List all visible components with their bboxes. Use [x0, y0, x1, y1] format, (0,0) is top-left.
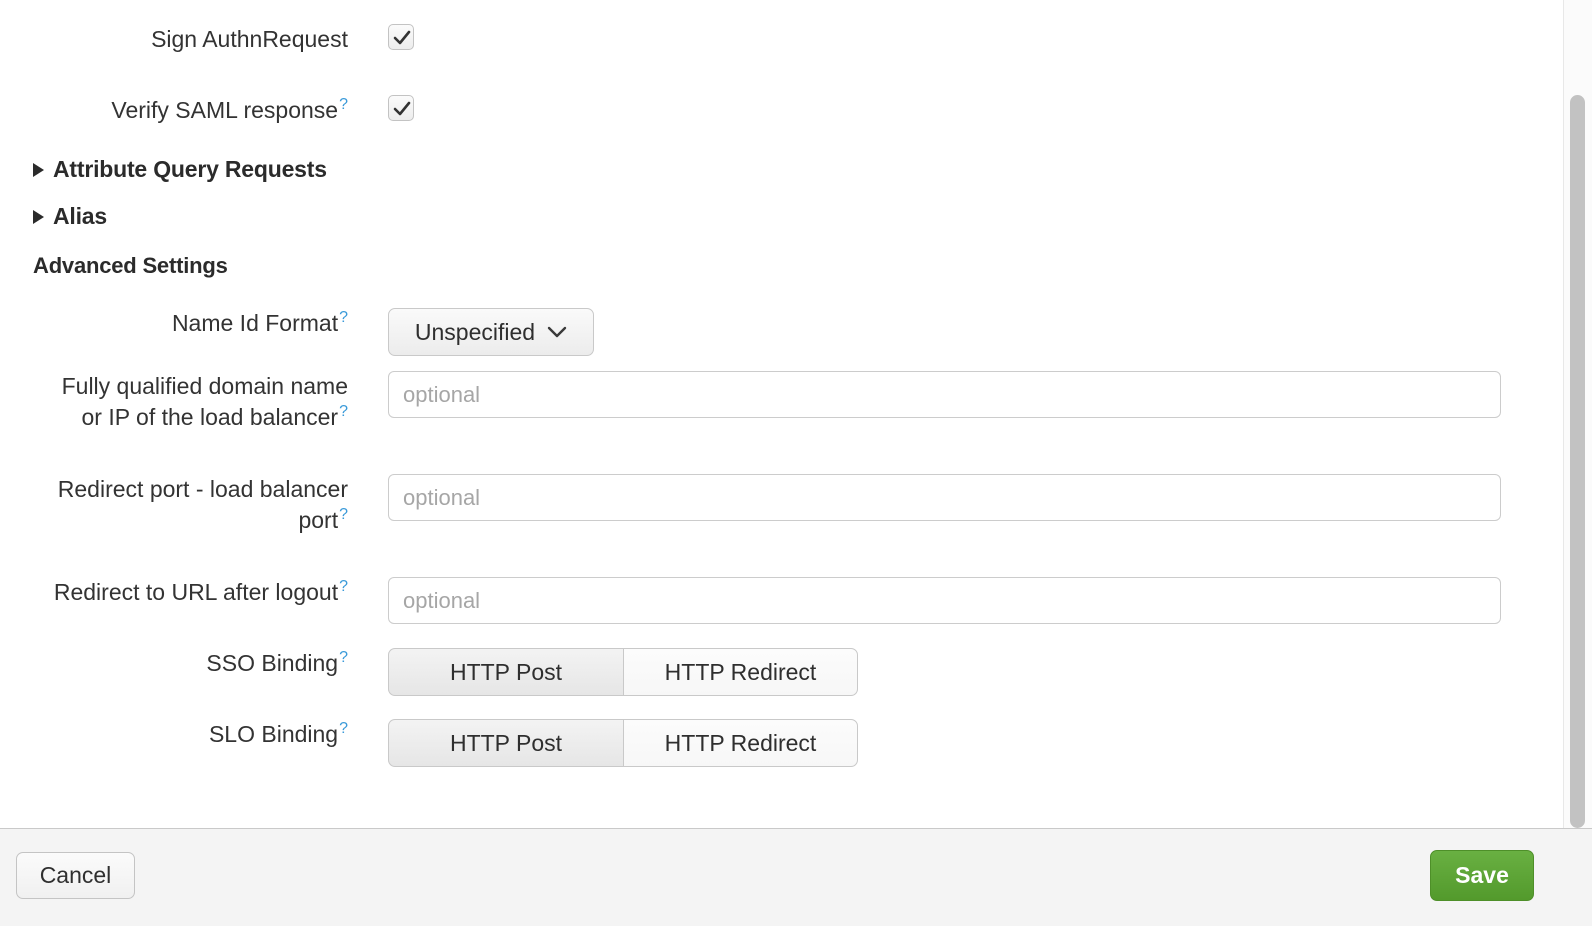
help-icon-redirect-logout-url[interactable]: ? — [339, 578, 348, 595]
field-row-verify-saml-response: Verify SAML response? — [0, 95, 414, 126]
checkbox-sign-authnrequest[interactable] — [388, 24, 414, 50]
input-redirect-port[interactable] — [388, 474, 1501, 521]
form-footer-bar: Cancel Save — [0, 828, 1563, 926]
footer-right-padding — [1563, 828, 1592, 926]
section-label-attribute-query-requests: Attribute Query Requests — [53, 156, 327, 182]
field-row-sign-authnrequest: Sign AuthnRequest — [0, 24, 414, 55]
input-load-balancer-fqdn[interactable] — [388, 371, 1501, 418]
input-redirect-logout-url[interactable] — [388, 577, 1501, 624]
field-row-redirect-port: Redirect port - load balancer port? — [0, 474, 1501, 536]
field-row-name-id-format: Name Id Format? Unspecified — [0, 308, 594, 356]
checkbox-verify-saml-response[interactable] — [388, 95, 414, 121]
label-slo-binding: SLO Binding? — [208, 720, 348, 747]
slo-binding-option-http-redirect[interactable]: HTTP Redirect — [623, 719, 858, 767]
check-icon — [393, 101, 411, 116]
field-row-redirect-logout-url: Redirect to URL after logout? — [0, 577, 1501, 624]
settings-form-scroll-area: Sign AuthnRequest Verify SAML response? — [0, 0, 1563, 828]
chevron-down-icon — [547, 326, 567, 337]
label-name-id-format: Name Id Format? — [171, 309, 348, 336]
section-heading-advanced-settings: Advanced Settings — [33, 253, 228, 278]
section-label-alias: Alias — [53, 203, 107, 229]
save-button[interactable]: Save — [1430, 850, 1534, 901]
slo-binding-option-http-post[interactable]: HTTP Post — [388, 719, 623, 767]
checkbox-wrap-sign-authnrequest — [388, 24, 414, 50]
field-row-load-balancer-fqdn: Fully qualified domain name or IP of the… — [0, 371, 1501, 433]
help-icon-slo-binding[interactable]: ? — [339, 720, 348, 737]
help-icon-load-balancer-fqdn[interactable]: ? — [339, 403, 348, 420]
check-icon — [393, 30, 411, 45]
field-row-slo-binding: SLO Binding? HTTP Post HTTP Redirect — [0, 719, 858, 767]
select-name-id-format[interactable]: Unspecified — [388, 308, 594, 356]
triangle-right-icon — [33, 209, 44, 224]
label-sign-authnrequest: Sign AuthnRequest — [151, 26, 348, 52]
help-icon-sso-binding[interactable]: ? — [339, 649, 348, 666]
sso-binding-option-http-post[interactable]: HTTP Post — [388, 648, 623, 696]
field-row-sso-binding: SSO Binding? HTTP Post HTTP Redirect — [0, 648, 858, 696]
section-toggle-alias[interactable]: Alias — [33, 203, 107, 230]
help-icon-name-id-format[interactable]: ? — [339, 309, 348, 326]
help-icon-redirect-port[interactable]: ? — [339, 506, 348, 523]
triangle-right-icon — [33, 162, 44, 177]
label-sso-binding: SSO Binding? — [206, 649, 348, 676]
button-group-slo-binding: HTTP Post HTTP Redirect — [388, 719, 858, 767]
select-value-name-id-format: Unspecified — [414, 318, 536, 345]
checkbox-wrap-verify-saml-response — [388, 95, 414, 121]
label-redirect-port: Redirect port - load balancer port? — [57, 476, 348, 533]
vertical-scrollbar-thumb[interactable] — [1570, 95, 1585, 828]
button-group-sso-binding: HTTP Post HTTP Redirect — [388, 648, 858, 696]
section-toggle-attribute-query-requests[interactable]: Attribute Query Requests — [33, 156, 327, 183]
label-redirect-logout-url: Redirect to URL after logout? — [53, 578, 348, 605]
cancel-button[interactable]: Cancel — [16, 852, 135, 899]
label-verify-saml-response: Verify SAML response? — [111, 96, 348, 123]
help-icon-verify-saml-response[interactable]: ? — [339, 96, 348, 113]
label-load-balancer-fqdn: Fully qualified domain name or IP of the… — [61, 373, 348, 430]
saml-identity-provider-settings-page: Sign AuthnRequest Verify SAML response? — [0, 0, 1592, 926]
sso-binding-option-http-redirect[interactable]: HTTP Redirect — [623, 648, 858, 696]
